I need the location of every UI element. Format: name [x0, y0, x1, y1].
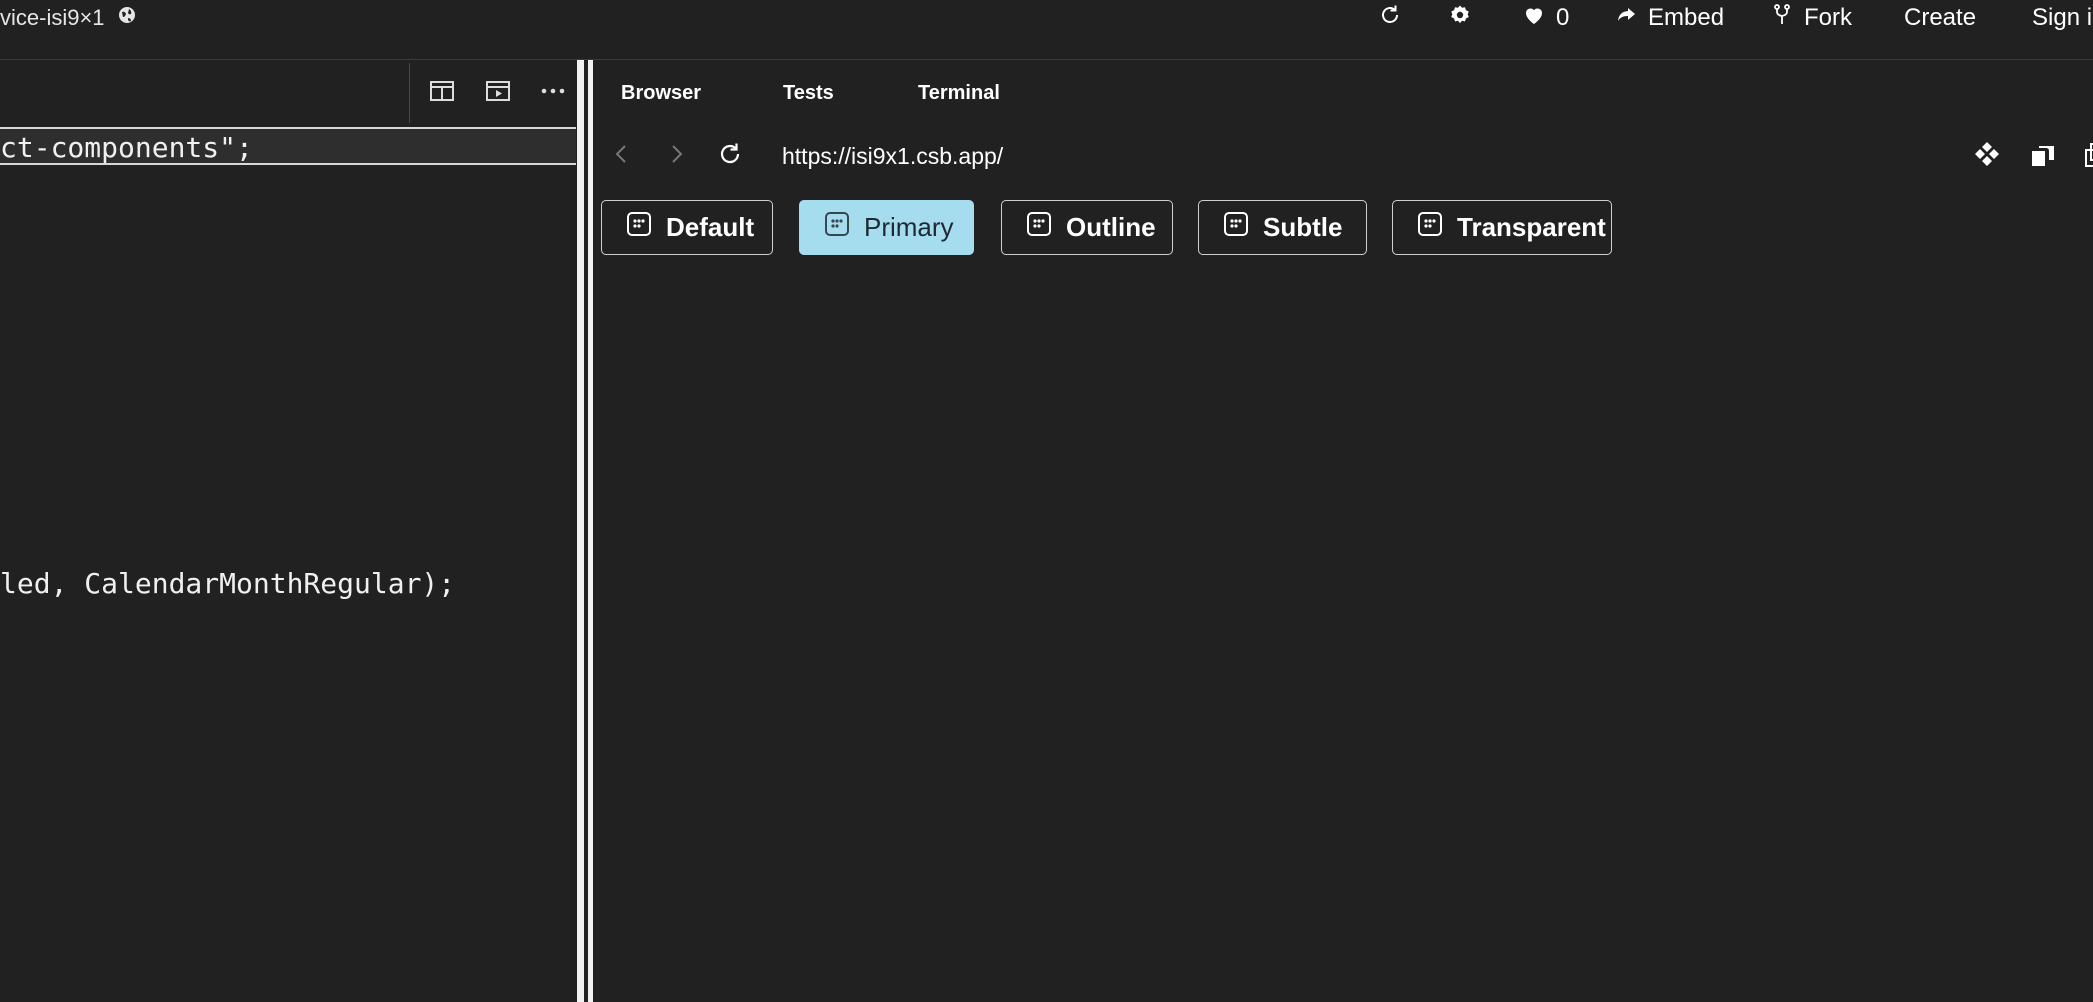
primary-button[interactable]: Primary — [799, 200, 974, 255]
button-label: Transparent — [1457, 212, 1606, 242]
preview-icon — [484, 77, 512, 110]
subtle-button[interactable]: Subtle — [1198, 200, 1367, 255]
embed-label: Embed — [1648, 4, 1725, 31]
calendar-month-icon — [1223, 211, 1249, 244]
fork-label: Fork — [1804, 4, 1852, 31]
calendar-month-icon — [1026, 211, 1052, 244]
button-label: Default — [666, 212, 755, 242]
devtools-icon — [1972, 140, 2002, 175]
calendar-month-icon — [824, 211, 850, 244]
like-button[interactable]: 0 — [1522, 4, 1569, 32]
heart-icon — [1522, 3, 1546, 34]
tab-browser[interactable]: Browser — [621, 82, 701, 105]
splitter-handle[interactable] — [577, 60, 584, 1002]
gear-icon — [1448, 3, 1472, 34]
settings-button[interactable] — [1448, 4, 1472, 32]
globe-icon — [117, 5, 137, 31]
fork-button[interactable]: Fork — [1770, 3, 1852, 34]
editor-toolbar — [0, 60, 576, 123]
likes-count: 0 — [1556, 4, 1570, 31]
button-label: Outline — [1066, 212, 1156, 242]
back-button[interactable] — [606, 140, 638, 172]
code-line-active[interactable]: ct-components"; — [0, 127, 576, 165]
create-button[interactable]: Create — [1904, 4, 1976, 32]
split-view-icon — [428, 77, 456, 110]
preview-tabs: Browser Tests Terminal — [596, 60, 2093, 126]
refresh-icon — [1378, 3, 1402, 34]
sandbox-name: vice-isi9×1 — [0, 5, 105, 30]
split-view-button[interactable] — [427, 78, 457, 108]
open-window-button[interactable] — [2026, 140, 2060, 174]
sandbox-title[interactable]: vice-isi9×1 — [0, 4, 137, 32]
chevron-left-icon — [608, 140, 636, 173]
panel-splitter[interactable] — [576, 60, 596, 1002]
sign-in-button[interactable]: Sign i — [2032, 4, 2092, 32]
url-field[interactable]: https://isi9x1.csb.app/ — [782, 140, 1003, 172]
more-icon — [539, 77, 567, 110]
tab-terminal[interactable]: Terminal — [918, 82, 1000, 105]
default-button[interactable]: Default — [601, 200, 773, 255]
toolbar-divider — [409, 63, 410, 123]
splitter-edge — [588, 60, 593, 1002]
chevron-right-icon — [662, 140, 690, 173]
preview-button[interactable] — [483, 78, 513, 108]
outline-button[interactable]: Outline — [1001, 200, 1173, 255]
copy-url-button[interactable] — [2078, 140, 2093, 174]
calendar-month-icon — [626, 211, 652, 244]
more-button[interactable] — [538, 78, 568, 108]
code-editor[interactable]: ct-components"; led, CalendarMonthRegula… — [0, 60, 576, 1002]
transparent-button[interactable]: Transparent — [1392, 200, 1612, 255]
devtools-button[interactable] — [1970, 140, 2004, 174]
create-label: Create — [1904, 4, 1977, 31]
fork-icon — [1770, 3, 1794, 34]
address-bar: https://isi9x1.csb.app/ — [596, 126, 2093, 186]
button-label: Primary — [864, 212, 954, 242]
reload-button[interactable] — [714, 140, 746, 172]
button-label: Subtle — [1263, 212, 1343, 242]
sign-in-label: Sign i — [2032, 4, 2093, 31]
tab-tests[interactable]: Tests — [783, 82, 834, 105]
copy-icon — [2080, 140, 2093, 175]
calendar-month-icon — [1417, 211, 1443, 244]
top-bar: vice-isi9×1 0 Embed Fork Create Sign i — [0, 0, 2093, 60]
code-line[interactable]: led, CalendarMonthRegular); — [0, 564, 455, 604]
forward-button[interactable] — [660, 140, 692, 172]
share-arrow-icon — [1614, 3, 1638, 34]
refresh-button[interactable] — [1378, 4, 1402, 32]
open-window-icon — [2028, 140, 2058, 175]
reload-icon — [716, 140, 744, 173]
preview-panel: Browser Tests Terminal https://isi9x1.cs… — [596, 60, 2093, 1002]
embed-button[interactable]: Embed — [1614, 4, 1724, 32]
